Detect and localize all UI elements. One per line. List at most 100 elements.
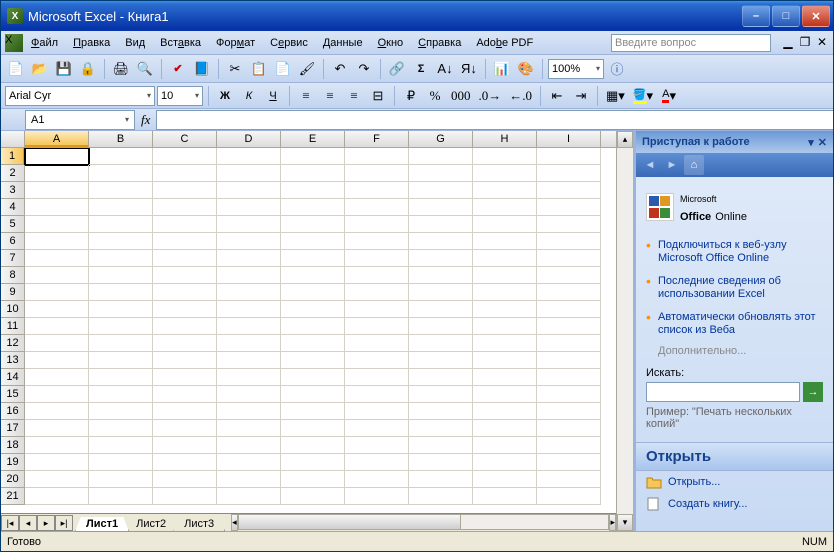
row-header[interactable]: 16	[1, 403, 25, 420]
cell[interactable]	[281, 403, 345, 420]
row-header[interactable]: 5	[1, 216, 25, 233]
sheet-tab[interactable]: Лист1	[75, 517, 129, 532]
redo-button[interactable]: ↷	[353, 58, 375, 80]
cell[interactable]	[217, 182, 281, 199]
cell[interactable]	[89, 216, 153, 233]
cell[interactable]	[345, 216, 409, 233]
cell[interactable]	[25, 216, 89, 233]
menu-adobe[interactable]: Adobe PDF	[469, 34, 540, 52]
spell-button[interactable]: ✔	[167, 58, 189, 80]
cell[interactable]	[473, 403, 537, 420]
nav-home-icon[interactable]: ⌂	[684, 155, 704, 175]
task-pane-header[interactable]: Приступая к работе ▾ ✕	[636, 131, 833, 153]
cell[interactable]	[409, 199, 473, 216]
cell[interactable]	[153, 454, 217, 471]
cell[interactable]	[409, 233, 473, 250]
row-header[interactable]: 21	[1, 488, 25, 505]
cell[interactable]	[153, 284, 217, 301]
cell[interactable]	[217, 488, 281, 505]
cell[interactable]	[89, 454, 153, 471]
cell[interactable]	[89, 318, 153, 335]
align-right-button[interactable]: ≡	[343, 85, 365, 107]
cell[interactable]	[537, 233, 601, 250]
doc-icon[interactable]: X	[5, 34, 23, 52]
cell[interactable]	[409, 471, 473, 488]
cell[interactable]	[409, 182, 473, 199]
row-header[interactable]: 1	[1, 148, 25, 165]
inc-indent-button[interactable]: ⇥	[570, 85, 592, 107]
row-header[interactable]: 10	[1, 301, 25, 318]
cell[interactable]	[537, 386, 601, 403]
cell[interactable]	[345, 335, 409, 352]
cell[interactable]	[281, 454, 345, 471]
help-button[interactable]: ⓘ	[606, 58, 628, 80]
row-header[interactable]: 13	[1, 352, 25, 369]
percent-button[interactable]: %	[424, 85, 446, 107]
cell[interactable]	[153, 471, 217, 488]
create-workbook-link[interactable]: Создать книгу...	[646, 493, 823, 515]
cell[interactable]	[537, 284, 601, 301]
cell[interactable]	[217, 403, 281, 420]
open-button[interactable]: 📂	[29, 58, 51, 80]
doc-restore-button[interactable]: ❐	[798, 36, 812, 50]
col-header-E[interactable]: E	[281, 131, 345, 147]
cell[interactable]	[89, 233, 153, 250]
cell[interactable]	[409, 284, 473, 301]
cell[interactable]	[153, 233, 217, 250]
cell[interactable]	[281, 199, 345, 216]
col-header-A[interactable]: A	[25, 131, 89, 147]
menu-data[interactable]: Данные	[316, 34, 370, 52]
autosum-button[interactable]: Σ	[410, 58, 432, 80]
row-header[interactable]: 12	[1, 335, 25, 352]
cell[interactable]	[25, 471, 89, 488]
cell[interactable]	[25, 250, 89, 267]
cell[interactable]	[537, 318, 601, 335]
cell[interactable]	[89, 403, 153, 420]
menu-format[interactable]: Формат	[209, 34, 262, 52]
cell[interactable]	[153, 165, 217, 182]
cell[interactable]	[153, 267, 217, 284]
cell[interactable]	[473, 165, 537, 182]
comma-button[interactable]: 000	[448, 85, 474, 107]
cell[interactable]	[345, 403, 409, 420]
cell[interactable]	[153, 301, 217, 318]
cell[interactable]	[409, 165, 473, 182]
cell[interactable]	[537, 369, 601, 386]
cell[interactable]	[537, 437, 601, 454]
cell[interactable]	[537, 471, 601, 488]
horizontal-scrollbar[interactable]: ◂ ▸	[231, 514, 616, 531]
research-button[interactable]: 📘	[191, 58, 213, 80]
sheet-tab[interactable]: Лист3	[173, 517, 225, 532]
cell[interactable]	[281, 420, 345, 437]
cell[interactable]	[345, 471, 409, 488]
new-button[interactable]: 📄	[5, 58, 27, 80]
cell[interactable]	[409, 386, 473, 403]
cell[interactable]	[473, 267, 537, 284]
col-header-B[interactable]: B	[89, 131, 153, 147]
sort-desc-button[interactable]: Я↓	[458, 58, 480, 80]
cell[interactable]	[409, 352, 473, 369]
vertical-scrollbar[interactable]: ▴ ▾	[616, 131, 633, 531]
cell[interactable]	[89, 284, 153, 301]
cell[interactable]	[345, 352, 409, 369]
cell[interactable]	[281, 318, 345, 335]
select-all-corner[interactable]	[1, 131, 25, 147]
cell[interactable]	[281, 471, 345, 488]
cell[interactable]	[25, 165, 89, 182]
cell[interactable]	[25, 199, 89, 216]
cell[interactable]	[25, 437, 89, 454]
cell[interactable]	[153, 369, 217, 386]
cell[interactable]	[473, 420, 537, 437]
cell[interactable]	[473, 335, 537, 352]
cell[interactable]	[537, 403, 601, 420]
format-painter-button[interactable]: 🖌	[296, 58, 318, 80]
cell[interactable]	[345, 420, 409, 437]
cell[interactable]	[345, 284, 409, 301]
cell[interactable]	[537, 301, 601, 318]
save-button[interactable]: 💾	[53, 58, 75, 80]
menu-file[interactable]: Файл	[24, 34, 65, 52]
row-header[interactable]: 2	[1, 165, 25, 182]
chart-button[interactable]: 📊	[491, 58, 513, 80]
row-header[interactable]: 8	[1, 267, 25, 284]
cell[interactable]	[537, 352, 601, 369]
